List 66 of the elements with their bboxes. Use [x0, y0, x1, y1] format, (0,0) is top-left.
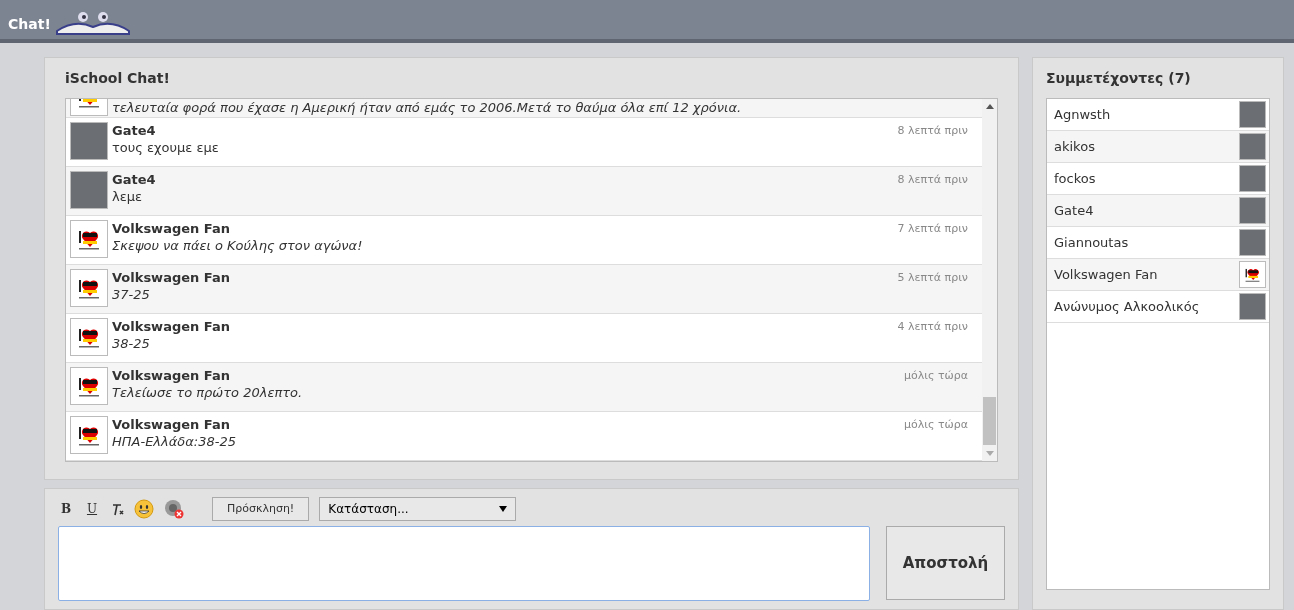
heart-flag-avatar: [1239, 261, 1266, 288]
chat-title: iSchool Chat!: [65, 69, 171, 88]
participant-row[interactable]: akikos: [1047, 131, 1269, 163]
message-text: ΗΠΑ-Ελλάδα:38-25: [112, 433, 237, 450]
message-text: Σκεψου να πάει ο Κούλης στον αγώνα!: [112, 237, 364, 254]
caret-icon: [499, 506, 508, 512]
invite-button[interactable]: Πρόσκληση!: [212, 497, 310, 521]
heart-flag-avatar: [70, 220, 108, 258]
message-author: Gate4: [112, 171, 157, 188]
message-author: Gate4: [112, 122, 157, 139]
message-text: 38-25: [112, 335, 151, 352]
participant-row[interactable]: Ανώνυμος Αλκοολικός: [1047, 291, 1269, 323]
message-author: Volkswagen Fan: [112, 220, 231, 237]
heart-flag-avatar: [70, 318, 108, 356]
clear-format-icon[interactable]: [110, 502, 124, 516]
photo-placeholder: [1239, 101, 1266, 128]
sound-off-icon[interactable]: [164, 499, 184, 519]
participant-name: Volkswagen Fan: [1054, 265, 1158, 284]
photo-placeholder: [70, 122, 108, 160]
message-input[interactable]: [58, 526, 870, 601]
smiley-icon[interactable]: [134, 499, 154, 519]
photo-placeholder: [1239, 293, 1266, 320]
photo-placeholder: [1239, 229, 1266, 256]
participant-name: Ανώνυμος Αλκοολικός: [1054, 297, 1200, 316]
message-author: Volkswagen Fan: [112, 416, 231, 433]
scroll-up-icon[interactable]: [985, 104, 994, 109]
message-text: Τελείωσε το πρώτο 20λεπτο.: [112, 384, 304, 401]
photo-placeholder: [1239, 165, 1266, 192]
participant-row[interactable]: fockos: [1047, 163, 1269, 195]
participant-name: Agnwsth: [1054, 105, 1111, 124]
heart-flag-avatar: [70, 367, 108, 405]
logo-text: Chat!: [8, 15, 51, 34]
message-time: μόλις τώρα: [904, 417, 969, 433]
message-author: Volkswagen Fan: [112, 318, 231, 335]
message-time: 4 λεπτά πριν: [897, 319, 969, 335]
heart-flag-avatar: [70, 416, 108, 454]
photo-placeholder: [70, 171, 108, 209]
participant-name: Gate4: [1054, 201, 1094, 220]
participant-name: Giannoutas: [1054, 233, 1129, 252]
status-select[interactable]: Κατάσταση...: [319, 497, 517, 521]
participant-row[interactable]: Volkswagen Fan: [1047, 259, 1269, 291]
send-button[interactable]: Αποστολή: [886, 526, 1005, 600]
participant-name: akikos: [1054, 137, 1095, 156]
message-time: 8 λεπτά πριν: [897, 123, 969, 139]
message-author: Volkswagen Fan: [112, 269, 231, 286]
message-author: Volkswagen Fan: [112, 367, 231, 384]
bold-icon[interactable]: B: [58, 500, 74, 518]
message-text: λεμε: [112, 188, 144, 205]
message-text: τους εχουμε εμε: [112, 139, 220, 156]
open-book-icon: [54, 11, 131, 35]
heart-flag-avatar: [70, 269, 108, 307]
message-time: 7 λεπτά πριν: [897, 221, 969, 237]
message-text: τελευταία φορά που έχασε η Αμερική ήταν από εμάς το 2006.Μετά το θαύμα όλα επί 12 χρόνια.: [112, 99, 743, 116]
participants-title: Συμμετέχοντες (7): [1046, 69, 1192, 88]
photo-placeholder: [1239, 197, 1266, 224]
participant-row[interactable]: Gate4: [1047, 195, 1269, 227]
photo-placeholder: [1239, 133, 1266, 160]
scroll-thumb[interactable]: [983, 397, 996, 445]
message-text: 37-25: [112, 286, 151, 303]
underline-icon[interactable]: U: [84, 500, 100, 518]
message-time: 8 λεπτά πριν: [897, 172, 969, 188]
message-time: 5 λεπτά πριν: [897, 270, 969, 286]
participant-row[interactable]: Giannoutas: [1047, 227, 1269, 259]
participant-row[interactable]: Agnwsth: [1047, 99, 1269, 131]
participant-name: fockos: [1054, 169, 1096, 188]
message-time: μόλις τώρα: [904, 368, 969, 384]
